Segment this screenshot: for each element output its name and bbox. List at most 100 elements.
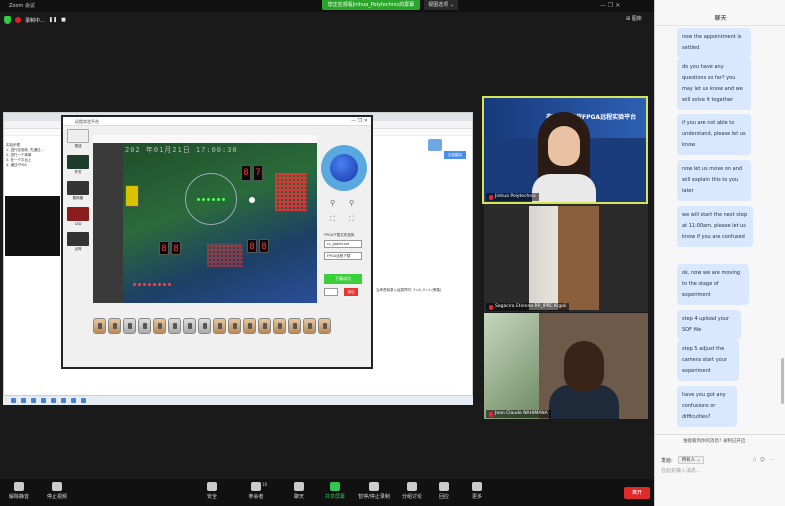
- tool-led[interactable]: [67, 207, 89, 221]
- button-cap: [249, 197, 255, 203]
- tool-button[interactable]: [67, 129, 89, 143]
- emoji-icon[interactable]: ☺: [760, 457, 765, 463]
- switch[interactable]: [258, 318, 271, 334]
- unmute-button[interactable]: 解除静音: [1, 482, 37, 500]
- switch[interactable]: [93, 318, 106, 334]
- seven-segment: 8: [159, 241, 169, 255]
- participant-tile[interactable]: Jean Claude NAHIMANA: [484, 313, 648, 419]
- page-tab-button[interactable]: 实验模拟: [444, 151, 466, 159]
- download-success-button[interactable]: 下载成功: [324, 274, 362, 284]
- chat-panel: 聊天 now the appointment is settled do you…: [654, 0, 785, 506]
- panel-select-label: FPGA下载文件选择: [324, 233, 355, 237]
- seven-segment: 8: [171, 241, 181, 255]
- file-icon[interactable]: ▯: [753, 457, 756, 463]
- security-button[interactable]: 安全: [194, 482, 230, 500]
- tool-label: 开关: [74, 170, 82, 174]
- participants-button[interactable]: 参会者: [238, 482, 274, 500]
- share-screen-button[interactable]: 共享屏幕: [317, 482, 353, 500]
- switch[interactable]: [213, 318, 226, 334]
- tool-palette: 按钮 开关 数码管 LED 点阵: [65, 129, 91, 359]
- mic-icon: [14, 482, 24, 491]
- platform-window-controls: — ❐ ✕: [351, 118, 368, 124]
- participant-tile[interactable]: Sagacira Etienne RP_IPRC Kigali: [484, 204, 648, 312]
- dpad-control[interactable]: [321, 145, 367, 191]
- camera-icon: [52, 482, 62, 491]
- checkbox-option[interactable]: [324, 288, 338, 296]
- lab-platform-window: 远程实验平台 — ❐ ✕ 按钮 开关 数码管 LED 点阵 202 年01月21…: [61, 115, 373, 369]
- switch[interactable]: [123, 318, 136, 334]
- note-line: 4. 通过FPGA: [6, 163, 27, 167]
- key-icon[interactable]: ⚲: [349, 199, 357, 207]
- shield-icon: [4, 16, 11, 24]
- participant-count: 10: [262, 482, 268, 487]
- clear-button[interactable]: 清空: [344, 288, 358, 296]
- stop-icon[interactable]: ■: [61, 17, 66, 23]
- pause-icon[interactable]: ❚❚: [49, 17, 57, 23]
- switch[interactable]: [183, 318, 196, 334]
- participant-tile[interactable]: 非洲职业院校FPGA远程实验平台 Jinhua Polytechnic: [482, 96, 648, 204]
- switch[interactable]: [228, 318, 241, 334]
- tool-label: 点阵: [74, 247, 82, 251]
- chat-tools: ▯ ☺ ⋯: [753, 457, 774, 463]
- seven-segment: 8: [241, 165, 251, 181]
- switch[interactable]: [243, 318, 256, 334]
- more-button[interactable]: 更多: [459, 482, 495, 500]
- chat-message: ok, now we are moving to the stage of ex…: [677, 264, 749, 305]
- taskbar-app-icon: [71, 398, 76, 403]
- switch[interactable]: [303, 318, 316, 334]
- switch[interactable]: [198, 318, 211, 334]
- stop-video-button[interactable]: 停止视频: [39, 482, 75, 500]
- start-icon: [11, 398, 16, 403]
- chat-input[interactable]: 在此处输入消息...: [661, 467, 781, 474]
- fpga-download-button[interactable]: FPGA远程下载: [324, 252, 362, 260]
- view-options-button[interactable]: 视图选项 ⌄: [424, 0, 458, 10]
- board-timestamp: 202 年01月21日 17:00:30: [125, 146, 238, 154]
- page-right-text: 当考虑到录入运算符时, Y=A, Y=1 (旁路): [376, 288, 442, 292]
- file-select[interactable]: cc_gated.sof: [324, 240, 362, 248]
- switch[interactable]: [108, 318, 121, 334]
- gallery-view-button[interactable]: ⊞ 图库: [626, 15, 642, 22]
- chat-button[interactable]: 聊天: [281, 482, 317, 500]
- participant-video: [564, 341, 604, 391]
- tool-matrix[interactable]: [67, 232, 89, 246]
- expand-icon[interactable]: ⛶: [330, 215, 338, 223]
- switch[interactable]: [138, 318, 151, 334]
- reactions-button[interactable]: 回应: [426, 482, 462, 500]
- chat-scrollbar[interactable]: [781, 358, 784, 404]
- tool-label: 按钮: [74, 144, 82, 148]
- camera-header: [93, 135, 317, 143]
- chat-header: 聊天: [655, 12, 785, 26]
- chat-visibility-note: 谁能看到你的消息? 录制已开启: [683, 439, 746, 444]
- tool-segment[interactable]: [67, 181, 89, 195]
- breakout-button[interactable]: 分组讨论: [394, 482, 430, 500]
- switch[interactable]: [318, 318, 331, 334]
- switch[interactable]: [273, 318, 286, 334]
- key-icon[interactable]: ⚲: [330, 199, 338, 207]
- switch[interactable]: [288, 318, 301, 334]
- chat-message: we will start the next step at 11:00am. …: [677, 206, 753, 247]
- expand-icon[interactable]: ⛶: [349, 215, 357, 223]
- more-icon[interactable]: ⋯: [769, 457, 774, 463]
- tool-switch[interactable]: [67, 155, 89, 169]
- switch[interactable]: [168, 318, 181, 334]
- record-icon: [15, 17, 21, 23]
- window-controls[interactable]: — ❐ ✕: [600, 2, 620, 9]
- leave-button[interactable]: 离开: [624, 487, 650, 499]
- chat-icon: [294, 482, 304, 491]
- dpad-center-button[interactable]: [330, 154, 358, 182]
- taskbar-app-icon: [61, 398, 66, 403]
- tool-label: 数码管: [72, 196, 84, 200]
- led-matrix: [275, 173, 307, 211]
- share-banner: 您正在观看Jinhua_Polytechnic的屏幕: [322, 0, 420, 10]
- mic-muted-icon: [489, 304, 493, 310]
- page-notes: 实验步骤 1. 进行实验前, 先通过... 2. 进行一个简单 3. 在一个平台…: [6, 143, 62, 168]
- record-control-button[interactable]: 暂停/停止录制: [352, 482, 396, 500]
- share-icon: [330, 482, 340, 491]
- switch[interactable]: [153, 318, 166, 334]
- send-to-row: 发给: 所有人 ⌄: [661, 456, 705, 464]
- meeting-toolbar: 解除静音 停止视频 安全 参会者 10 聊天 共享屏幕 暂停/停止录制 分组讨论…: [0, 479, 654, 506]
- participant-video: [532, 112, 596, 202]
- chat-message: step 5 adjust the camera start your expe…: [677, 340, 739, 381]
- recipient-dropdown[interactable]: 所有人 ⌄: [677, 456, 705, 464]
- chat-message: do you have any questions so far? you ma…: [677, 58, 751, 110]
